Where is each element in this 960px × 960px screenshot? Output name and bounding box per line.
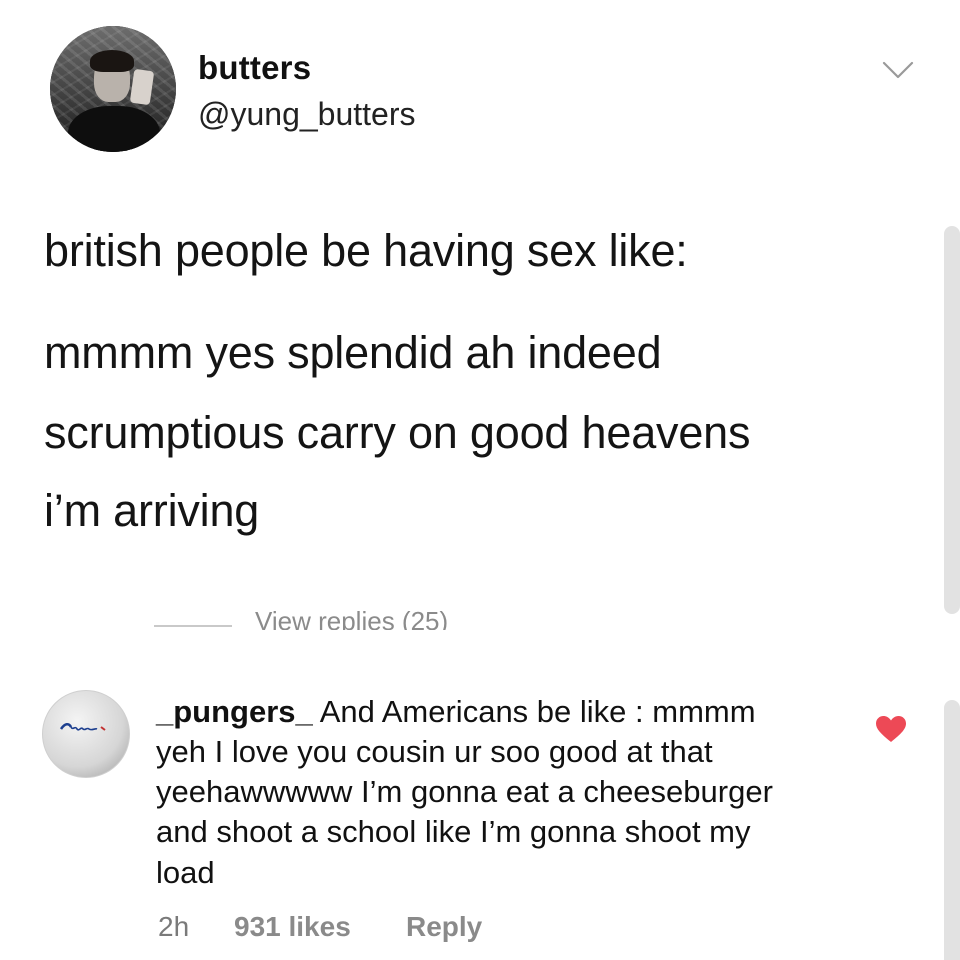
avatar-hair: [90, 50, 134, 72]
tweet-text-line: i’m arriving: [44, 485, 260, 536]
chevron-down-icon[interactable]: [880, 58, 916, 82]
comment-text-line: _pungers_ And Americans be like : mmmm: [156, 696, 756, 727]
tweet-text-line: scrumptious carry on good heavens: [44, 407, 751, 458]
comment-text-line: yeh I love you cousin ur soo good at tha…: [156, 734, 713, 769]
reply-button[interactable]: Reply: [406, 913, 482, 941]
tweet-text-line: mmmm yes splendid ah indeed: [44, 327, 662, 378]
heart-icon[interactable]: [875, 715, 907, 743]
tweet-handle[interactable]: @yung_butters: [198, 96, 416, 133]
tweet-text-line: british people be having sex like:: [44, 225, 688, 276]
comment-text-line: load: [156, 855, 215, 890]
comment-text-line: yeehawwwww I’m gonna eat a cheeseburger: [156, 774, 773, 809]
comment-avatar[interactable]: [42, 690, 130, 778]
scrollbar[interactable]: [944, 700, 960, 960]
comment-timestamp: 2h: [158, 911, 190, 942]
comment-text: And Americans be like : mmmm: [319, 694, 756, 729]
scrollbar[interactable]: [944, 226, 960, 614]
comment-likes-count[interactable]: 931 likes: [234, 913, 351, 941]
avatar-body: [68, 106, 160, 152]
replies-divider: [154, 625, 232, 627]
tweet-avatar[interactable]: [50, 26, 176, 152]
tweet-display-name[interactable]: butters: [198, 49, 311, 87]
shirt-logo-icon: [59, 723, 106, 731]
view-replies-link[interactable]: View replies (25): [255, 604, 448, 630]
comment-username[interactable]: _pungers_: [156, 694, 313, 729]
comment-text-line: and shoot a school like I’m gonna shoot …: [156, 814, 751, 849]
